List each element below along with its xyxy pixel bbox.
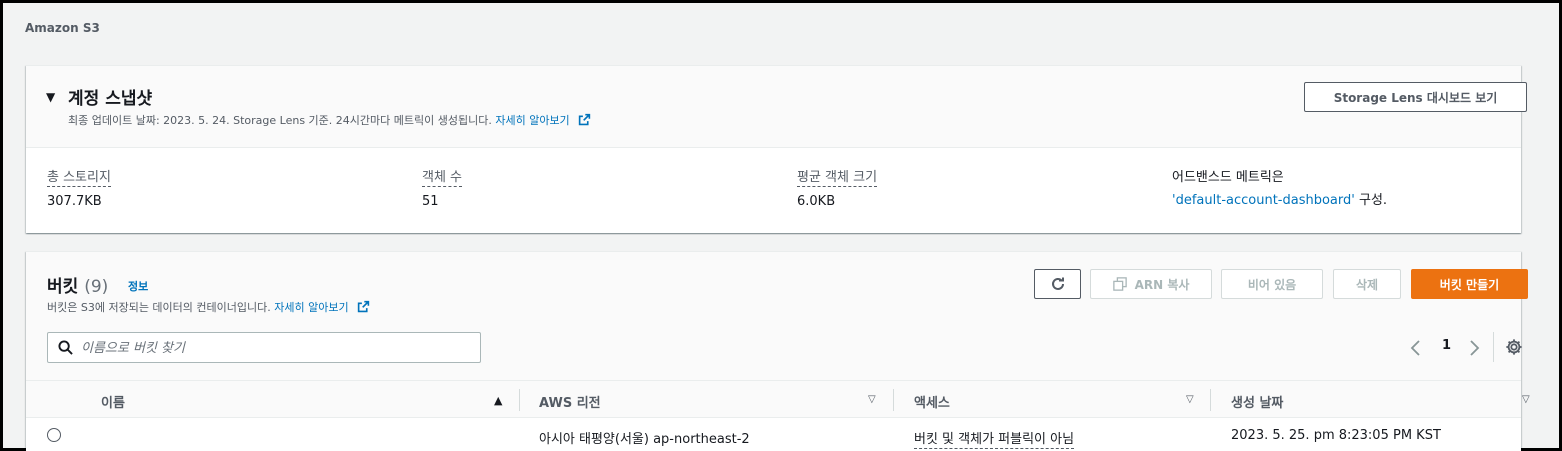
bucket-access[interactable]: 버킷 및 객체가 퍼블릭이 아님	[914, 428, 1075, 449]
pager-divider	[1493, 332, 1494, 362]
search-icon	[58, 340, 73, 355]
snapshot-title[interactable]: 계정 스냅샷	[68, 84, 152, 109]
copy-arn-button[interactable]: ARN 복사	[1090, 269, 1212, 299]
bucket-search-box[interactable]	[47, 332, 481, 363]
buckets-title-text: 버킷	[47, 277, 79, 297]
buckets-learn-more-link[interactable]: 자세히 알아보기	[274, 301, 348, 314]
metric-label-total-storage[interactable]: 총 스토리지	[47, 166, 111, 187]
row-select-radio[interactable]	[47, 428, 61, 442]
table-header: 이름 ▲ AWS 리전 ▽ 액세스 ▽ 생성 날짜 ▽	[26, 380, 1530, 418]
column-header-created[interactable]: 생성 날짜	[1231, 392, 1283, 411]
create-bucket-button[interactable]: 버킷 만들기	[1411, 269, 1528, 299]
settings-icon[interactable]	[1505, 338, 1523, 356]
sort-down-icon[interactable]: ▽	[1522, 394, 1530, 405]
buckets-description: 버킷은 S3에 저장되는 데이터의 컨테이너입니다. 자세히 알아보기	[47, 299, 370, 315]
breadcrumb[interactable]: Amazon S3	[25, 21, 100, 35]
metric-value-total-storage: 307.7KB	[47, 194, 102, 209]
bucket-region: 아시아 태평양(서울) ap-northeast-2	[539, 432, 750, 447]
page-number[interactable]: 1	[1442, 338, 1451, 353]
column-header-access[interactable]: 액세스	[914, 392, 950, 411]
sort-down-icon[interactable]: ▽	[868, 394, 876, 405]
external-link-icon[interactable]	[578, 113, 591, 126]
buckets-title: 버킷 (9)	[47, 272, 108, 297]
metric-value-avg-object-size: 6.0KB	[797, 194, 836, 209]
metric-label-object-count[interactable]: 객체 수	[422, 166, 463, 187]
column-separator[interactable]	[1210, 389, 1211, 411]
copy-icon	[1112, 277, 1127, 291]
snapshot-learn-more-link[interactable]: 자세히 알아보기	[495, 114, 569, 127]
caret-down-icon[interactable]: ▼	[46, 90, 55, 104]
column-separator[interactable]	[519, 389, 520, 411]
metric-value-object-count: 51	[422, 194, 439, 209]
snapshot-header: ▼ 계정 스냅샷 최종 업데이트 날짜: 2023. 5. 24. Storag…	[26, 66, 1527, 148]
sort-up-icon[interactable]: ▲	[494, 394, 502, 407]
copy-arn-label: ARN 복사	[1134, 277, 1190, 292]
chevron-right-icon[interactable]	[1468, 340, 1480, 356]
chevron-left-icon[interactable]	[1410, 340, 1422, 356]
table-row[interactable]: 아시아 태평양(서울) ap-northeast-2 버킷 및 객체가 퍼블릭이…	[26, 418, 1521, 451]
account-snapshot-panel: ▼ 계정 스냅샷 최종 업데이트 날짜: 2023. 5. 24. Storag…	[26, 65, 1527, 233]
snapshot-desc-text: 최종 업데이트 날짜: 2023. 5. 24. Storage Lens 기준…	[68, 114, 492, 127]
buckets-panel: 버킷 (9) 정보 버킷은 S3에 저장되는 데이터의 컨테이너입니다. 자세히…	[26, 251, 1530, 451]
buckets-header: 버킷 (9) 정보 버킷은 S3에 저장되는 데이터의 컨테이너입니다. 자세히…	[26, 252, 1528, 380]
column-header-name[interactable]: 이름	[101, 392, 125, 411]
buckets-info-link[interactable]: 정보	[128, 278, 148, 294]
storage-lens-dashboard-button[interactable]: Storage Lens 대시보드 보기	[1304, 82, 1527, 112]
buckets-desc-text: 버킷은 S3에 저장되는 데이터의 컨테이너입니다.	[47, 301, 271, 314]
refresh-icon	[1051, 277, 1064, 290]
advanced-metrics-value: 'default-account-dashboard' 구성.	[1172, 189, 1387, 208]
empty-bucket-button[interactable]: 비어 있음	[1221, 269, 1323, 299]
bucket-search-input[interactable]	[81, 338, 471, 358]
refresh-button[interactable]	[1034, 269, 1081, 299]
snapshot-description: 최종 업데이트 날짜: 2023. 5. 24. Storage Lens 기준…	[68, 112, 591, 128]
column-separator[interactable]	[893, 389, 894, 411]
external-link-icon[interactable]	[357, 300, 370, 313]
bucket-created: 2023. 5. 25. pm 8:23:05 PM KST	[1231, 428, 1441, 443]
advanced-metrics-suffix: 구성.	[1358, 193, 1388, 208]
default-dashboard-link[interactable]: 'default-account-dashboard'	[1172, 193, 1355, 208]
delete-bucket-button[interactable]: 삭제	[1333, 269, 1401, 299]
buckets-count: (9)	[84, 277, 109, 297]
metric-label-avg-object-size[interactable]: 평균 객체 크기	[797, 166, 878, 187]
sort-down-icon[interactable]: ▽	[1186, 394, 1194, 405]
advanced-metrics-label: 어드밴스드 메트릭은	[1172, 170, 1284, 185]
column-header-region[interactable]: AWS 리전	[539, 392, 601, 411]
